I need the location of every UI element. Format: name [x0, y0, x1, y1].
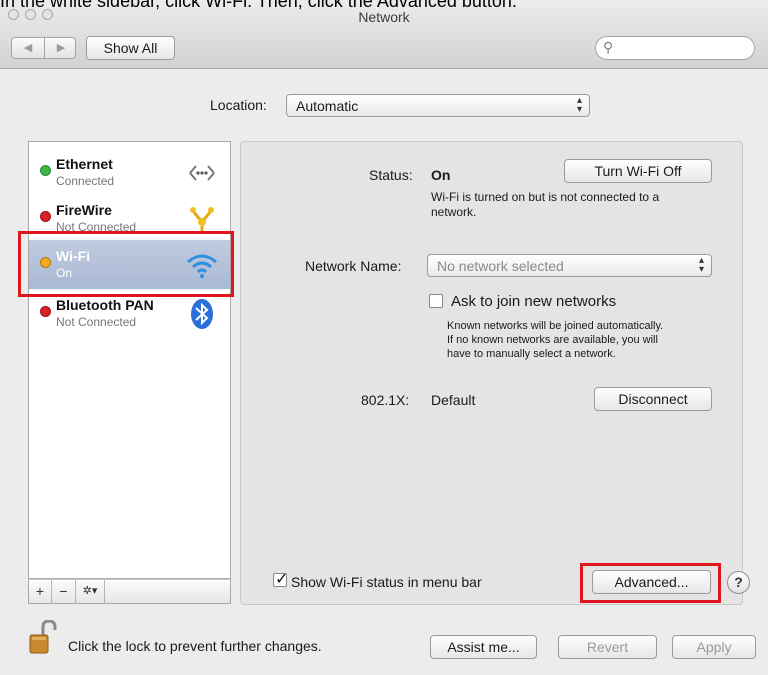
service-list-sidebar: Ethernet Connected FireWire Not Connecte…: [28, 141, 231, 579]
action-menu-button[interactable]: ✲▾: [76, 580, 105, 603]
ethernet-icon: [189, 165, 215, 181]
instruction-text: In the white sidebar, click Wi-Fi. Then,…: [0, 0, 517, 11]
status-description-line: Wi-Fi is turned on but is not connected …: [431, 190, 660, 204]
updown-arrows-icon: ▴ ▾: [698, 255, 704, 275]
service-item-ethernet[interactable]: Ethernet Connected: [29, 148, 230, 197]
updown-arrows-icon: ▴ ▾: [576, 95, 582, 115]
wifi-highlight-box: [18, 231, 234, 297]
help-button[interactable]: ?: [727, 571, 750, 594]
ask-description-line: Known networks will be joined automatica…: [447, 320, 664, 332]
search-icon: ⚲: [603, 39, 614, 55]
service-name: Bluetooth PAN: [56, 297, 154, 313]
status-description-line: network.: [431, 205, 477, 219]
search-field[interactable]: ⚲: [595, 36, 755, 60]
ask-description-line: If no known networks are available, you …: [447, 334, 658, 346]
revert-button[interactable]: Revert: [558, 635, 657, 659]
service-status: Connected: [56, 174, 115, 188]
show-all-button[interactable]: Show All: [86, 36, 175, 60]
ask-description-line: have to manually select a network.: [447, 348, 616, 360]
sidebar-toolbar: + − ✲▾: [28, 579, 231, 604]
advanced-highlight-box: [580, 563, 721, 603]
show-wifi-status-label: Show Wi-Fi status in menu bar: [291, 574, 482, 590]
unlocked-lock-icon[interactable]: [27, 620, 59, 656]
show-wifi-status-checkbox[interactable]: ✓: [273, 571, 288, 588]
service-name: FireWire: [56, 202, 112, 218]
dot1x-value: Default: [431, 392, 476, 408]
location-popup[interactable]: Automatic ▴ ▾: [286, 94, 590, 117]
back-icon[interactable]: ◀: [12, 38, 44, 58]
location-label: Location:: [210, 97, 267, 113]
forward-icon[interactable]: ▶: [45, 38, 77, 58]
turn-wifi-off-button[interactable]: Turn Wi-Fi Off: [564, 159, 712, 183]
network-name-value: No network selected: [437, 258, 564, 274]
status-label: Status:: [369, 167, 413, 183]
network-preferences-window: Network ◀ ▶ Show All ⚲ Location: Automat…: [0, 0, 768, 675]
network-name-popup[interactable]: No network selected ▴ ▾: [427, 254, 712, 277]
apply-button[interactable]: Apply: [672, 635, 756, 659]
status-dot-green: [40, 165, 51, 176]
ask-to-join-label: Ask to join new networks: [451, 293, 617, 310]
remove-service-button[interactable]: −: [52, 580, 76, 603]
back-forward-control: ◀ ▶: [11, 37, 76, 59]
service-status: Not Connected: [56, 315, 137, 329]
bluetooth-icon: [191, 299, 213, 329]
network-name-label: Network Name:: [305, 258, 402, 274]
checkmark-icon: ✓: [275, 571, 289, 588]
ask-to-join-checkbox[interactable]: [429, 294, 443, 308]
status-dot-red: [40, 306, 51, 317]
location-value: Automatic: [296, 98, 359, 114]
disconnect-button[interactable]: Disconnect: [594, 387, 712, 411]
status-value: On: [431, 167, 451, 183]
status-dot-red: [40, 211, 51, 222]
add-service-button[interactable]: +: [29, 580, 52, 603]
dot1x-label: 802.1X:: [361, 392, 410, 408]
assist-me-button[interactable]: Assist me...: [430, 635, 537, 659]
wifi-settings-panel: [240, 141, 743, 605]
service-name: Ethernet: [56, 156, 113, 172]
lock-message: Click the lock to prevent further change…: [68, 638, 322, 654]
